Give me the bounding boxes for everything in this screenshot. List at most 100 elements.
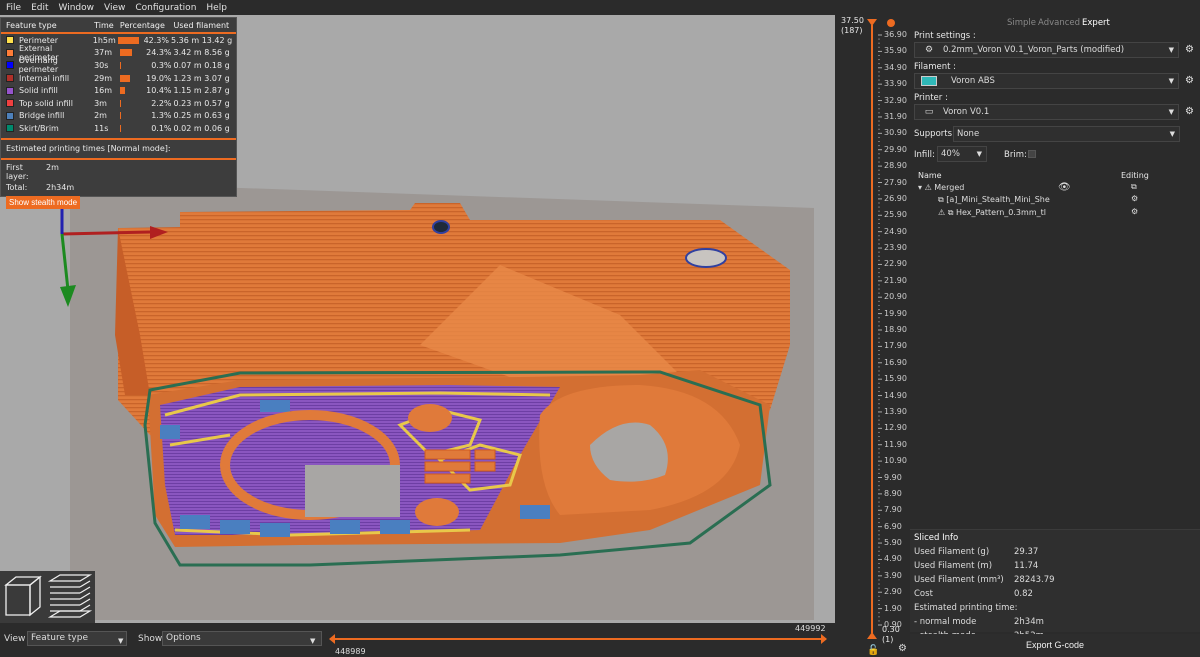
sliced-info-label: Cost [914, 589, 933, 599]
center-square-opening [305, 465, 400, 517]
legend-feature: Solid infill [6, 86, 94, 95]
menu-help[interactable]: Help [206, 3, 227, 13]
legend-header-percentage: Percentage [119, 21, 165, 30]
filament-edit-gear-icon[interactable]: ⚙ [1185, 75, 1194, 86]
v-slider-tick-label: 12.90 [884, 423, 907, 433]
part2-settings-gear-icon[interactable]: ⚙ [1131, 207, 1138, 216]
show-options-chevron-down-icon[interactable]: ▼ [310, 637, 315, 645]
legend-row[interactable]: Top solid infill 3m 2.2% 0.23 m 0.57 g [1, 97, 236, 110]
show-options-select[interactable]: Options [162, 631, 322, 646]
legend-percentage-bar [119, 87, 125, 95]
print-settings-edit-gear-icon[interactable]: ⚙ [1185, 44, 1194, 55]
v-slider-tick-label: 18.90 [884, 325, 907, 334]
add-color-change-icon[interactable] [887, 19, 895, 27]
mode-switcher: Simple Advanced Expert [1006, 18, 1111, 28]
legend-percentage: 0.1% [119, 124, 174, 133]
printer-edit-gear-icon[interactable]: ⚙ [1185, 106, 1194, 117]
v-slider-tick-label: 29.90 [884, 144, 907, 154]
v-slider-tick-label: 13.90 [884, 406, 907, 416]
v-slider-tick-label: 25.90 [884, 210, 907, 220]
legend-row[interactable]: Solid infill 16m 10.4% 1.15 m 2.87 g [1, 84, 236, 97]
x-axis [61, 230, 151, 236]
print-settings-chevron-down-icon: ▼ [1168, 46, 1174, 54]
legend-time: 2m [94, 111, 107, 121]
layers-view-icon[interactable] [47, 574, 93, 618]
tree-item-merged[interactable]: ▾ ⚠ Merged [918, 183, 964, 192]
part2-warning-icon: ⚠ [938, 208, 946, 217]
view-type-value: Feature type [31, 633, 88, 643]
legend-row[interactable]: Overhang perimeter 30s 0.3% 0.07 m 0.18 g [1, 56, 236, 74]
eye-icon[interactable]: 👁 [1058, 182, 1071, 193]
v-slider-bottom-thumb[interactable] [867, 632, 877, 639]
legend-used-filament: 1.15 m 2.87 g [173, 86, 230, 96]
tree-item-part-2[interactable]: ⚠ ⧉ Hex_Pattern_0.3mm_tl [938, 208, 1046, 218]
print-settings-value: 0.2mm_Voron V0.1_Voron_Parts (modified) [943, 45, 1125, 55]
v-slider-ticks [878, 34, 882, 626]
legend-feature: Overhang perimeter [6, 56, 94, 74]
legend-swatch [6, 74, 14, 83]
filament-color-swatch[interactable] [921, 76, 937, 86]
estimated-times-label: Estimated printing times [Normal mode]: [6, 143, 171, 153]
menu-edit[interactable]: Edit [31, 3, 48, 13]
mode-simple[interactable]: Simple [1006, 18, 1037, 28]
infill-select[interactable]: 40% ▼ [937, 146, 987, 162]
filament-select[interactable]: Voron ABS ▼ [914, 73, 1179, 89]
legend-feature: Internal infill [6, 74, 94, 83]
legend-used-filament: 1.23 m 3.07 g [173, 73, 230, 83]
h-slider-right-thumb[interactable] [821, 634, 827, 644]
sliced-info-label: Estimated printing time: [914, 603, 1018, 613]
gear-icon[interactable]: ⚙ [898, 643, 907, 654]
legend-percentage-bar [119, 112, 121, 120]
view-type-select[interactable]: Feature type [27, 631, 127, 646]
circle-boss-bottom [415, 498, 459, 526]
v-slider-tick-label: 14.90 [884, 390, 907, 400]
show-label: Show [138, 634, 163, 644]
legend-row[interactable]: Internal infill 29m 19.0% 1.23 m 3.07 g [1, 72, 236, 85]
legend-rows: Perimeter 1h5m 42.3% 5.36 m 13.42 g External… [1, 34, 236, 135]
legend-time: 37m [94, 48, 113, 58]
legend-row[interactable]: Skirt/Brim 11s 0.1% 0.02 m 0.06 g [1, 122, 236, 135]
menu-configuration[interactable]: Configuration [135, 3, 196, 13]
horizontal-slider[interactable] [326, 623, 831, 657]
print-settings-select[interactable]: ⚙ 0.2mm_Voron V0.1_Voron_Parts (modified… [914, 42, 1179, 58]
printer-select[interactable]: ▭ Voron V0.1 ▼ [914, 104, 1179, 120]
legend-row[interactable]: Bridge infill 2m 1.3% 0.25 m 0.63 g [1, 110, 236, 123]
part1-settings-gear-icon[interactable]: ⚙ [1131, 194, 1138, 203]
h-slider-left-thumb[interactable] [329, 634, 335, 644]
tree-item-part-1[interactable]: ⧉ [a]_Mini_Stealth_Mini_She [938, 195, 1050, 205]
legend-swatch [6, 124, 14, 133]
menu-view[interactable]: View [104, 3, 125, 13]
export-gcode-button[interactable]: Export G-code [910, 634, 1200, 657]
sliced-info-value: 29.37 [1014, 547, 1039, 557]
legend-percentage: 2.2% [119, 99, 174, 108]
top-screw-hole [432, 220, 450, 234]
legend-time: 3m [94, 98, 107, 108]
v-slider-top-thumb[interactable] [867, 19, 877, 26]
expand-arrow-icon[interactable]: ▾ [918, 183, 922, 192]
menu-window[interactable]: Window [59, 3, 95, 13]
lock-icon[interactable]: 🔓 [867, 645, 879, 656]
filament-chevron-down-icon: ▼ [1168, 77, 1174, 85]
brim-checkbox[interactable] [1028, 150, 1036, 158]
menu-file[interactable]: File [6, 3, 21, 13]
show-stealth-mode-button[interactable]: Show stealth mode [6, 195, 81, 209]
mode-advanced[interactable]: Advanced [1037, 18, 1081, 28]
first-layer-value: 2m [46, 162, 59, 172]
editing-object-icon[interactable]: ⧉ [1131, 182, 1137, 192]
legend-time: 1h5m [92, 35, 116, 45]
supports-value: None [957, 129, 980, 139]
vertical-layer-slider[interactable]: 37.50 (187) 36.90 35.90 34.90 33.90 32.90 31.… [836, 15, 910, 657]
printer-label: Printer : [914, 93, 948, 103]
supports-select[interactable]: None ▼ [953, 126, 1180, 142]
mode-expert[interactable]: Expert [1081, 18, 1111, 28]
legend-percentage-value: 19.0% [146, 73, 172, 83]
legend-used-filament: 5.36 m 13.42 g [171, 35, 233, 45]
legend-percentage: 24.3% [119, 48, 174, 57]
print-settings-gear-icon: ⚙ [924, 45, 934, 55]
tree-editing-header: Editing [1121, 171, 1149, 180]
v-slider-tick-label: 9.90 [884, 472, 902, 482]
view-type-chevron-down-icon[interactable]: ▼ [118, 637, 123, 645]
view-toggle [0, 571, 95, 623]
3d-view-icon[interactable] [4, 575, 42, 617]
object-list-header: Name Editing [914, 171, 1197, 182]
